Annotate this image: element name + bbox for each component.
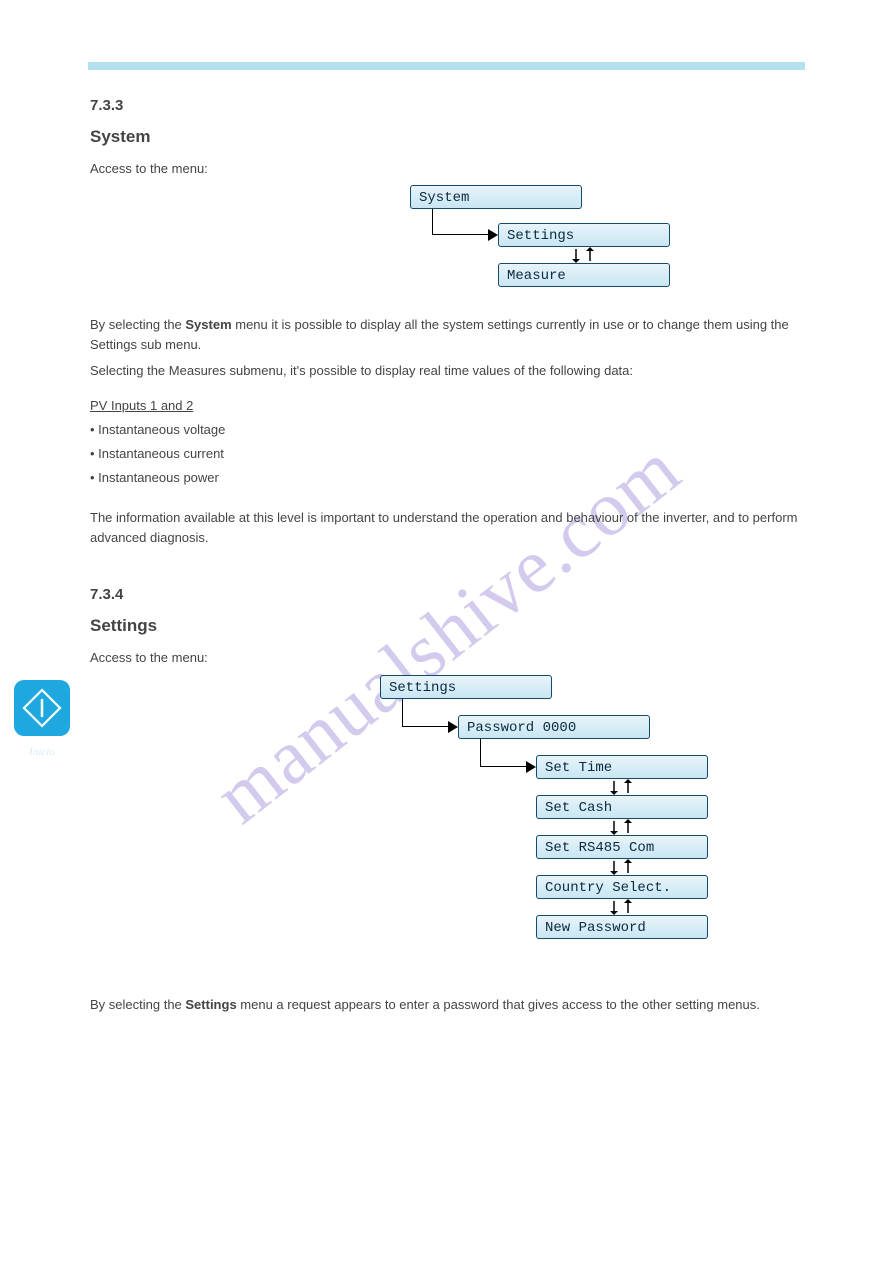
- double-arrow-icon: [606, 859, 636, 875]
- top-divider: [88, 62, 805, 70]
- section-title-system: System: [90, 124, 805, 150]
- start-badge: [14, 680, 70, 736]
- connector: [432, 209, 492, 235]
- text-strong: Settings: [185, 997, 236, 1012]
- double-arrow-icon: [606, 819, 636, 835]
- double-arrow-icon: [606, 779, 636, 795]
- double-arrow-icon: [606, 899, 636, 915]
- system-menu-diagram: System Settings Measure: [90, 185, 805, 315]
- system-description: By selecting the System menu it is possi…: [90, 315, 805, 355]
- menu-country: Country Select.: [536, 875, 708, 899]
- text: By selecting the: [90, 997, 185, 1012]
- section-number-system: 7.3.3: [90, 95, 805, 118]
- connector: [480, 739, 530, 767]
- settings-menu-diagram: Settings Password 0000 Set Time Set Cash…: [90, 675, 805, 985]
- text-strong: System: [185, 317, 231, 332]
- menu-measure: Measure: [498, 263, 670, 287]
- bullet-voltage: • Instantaneous voltage: [90, 420, 805, 440]
- start-badge-caption: Inicio: [14, 744, 70, 761]
- bullet-current: • Instantaneous current: [90, 444, 805, 464]
- menu-set-cash: Set Cash: [536, 795, 708, 819]
- double-arrow-icon: [568, 247, 598, 263]
- section-number-settings: 7.3.4: [90, 584, 805, 607]
- bullet-power: • Instantaneous power: [90, 468, 805, 488]
- menu-settings-root: Settings: [380, 675, 552, 699]
- section-title-settings: Settings: [90, 613, 805, 639]
- pv-table-head: PV Inputs 1 and 2: [90, 396, 805, 416]
- page-content: 7.3.3 System Access to the menu: System …: [90, 95, 805, 1019]
- access-label-1: Access to the menu:: [90, 159, 805, 179]
- menu-system: System: [410, 185, 582, 209]
- menu-password: Password 0000: [458, 715, 650, 739]
- text: menu a request appears to enter a passwo…: [237, 997, 760, 1012]
- menu-set-rs485: Set RS485 Com: [536, 835, 708, 859]
- measure-intro: Selecting the Measures submenu, it's pos…: [90, 361, 805, 381]
- menu-settings: Settings: [498, 223, 670, 247]
- menu-new-pwd: New Password: [536, 915, 708, 939]
- access-label-2: Access to the menu:: [90, 648, 805, 668]
- settings-description: By selecting the Settings menu a request…: [90, 995, 805, 1015]
- text: By selecting the: [90, 317, 185, 332]
- connector: [402, 699, 452, 727]
- diamond-icon: [22, 688, 62, 728]
- menu-set-time: Set Time: [536, 755, 708, 779]
- system-footnote: The information available at this level …: [90, 508, 805, 548]
